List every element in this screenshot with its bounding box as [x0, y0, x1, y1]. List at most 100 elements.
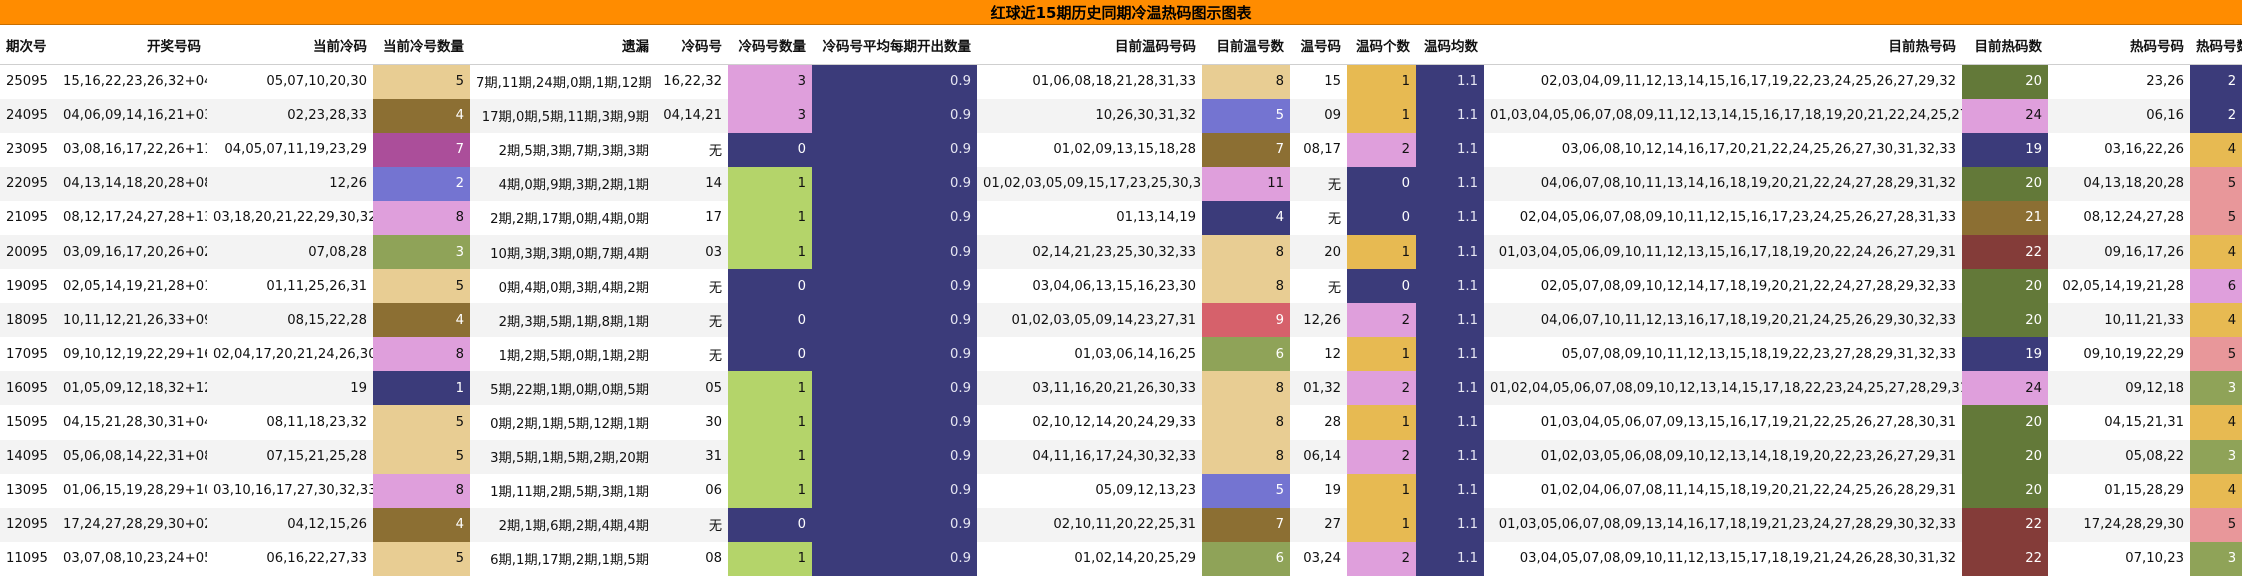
cell-hot-hit: 09,10,19,22,29	[2048, 337, 2190, 372]
cell-current-cold: 08,11,18,23,32	[207, 405, 373, 440]
cell-warm-hit: 无	[1290, 166, 1347, 201]
cell-hot-hit-count: 5	[2190, 200, 2242, 235]
cell-draw-numbers: 03,09,16,17,20,26+02	[57, 234, 207, 270]
cell-current-cold-count: 8	[373, 473, 470, 508]
cell-omission: 1期,11期,2期,5期,3期,1期	[470, 473, 655, 508]
cell-hot-hit: 02,05,14,19,21,28	[2048, 269, 2190, 304]
cell-current-hot-count: 20	[1962, 64, 2048, 99]
cell-draw-numbers: 01,06,15,19,28,29+10	[57, 473, 207, 508]
column-header-warm-hit: 温号码	[1290, 24, 1347, 65]
cell-current-cold-count: 5	[373, 64, 470, 99]
column-header-warm-hit-count: 温码个数	[1347, 24, 1416, 65]
cell-current-cold: 01,11,25,26,31	[207, 269, 373, 304]
cell-omission: 7期,11期,24期,0期,1期,12期	[470, 64, 655, 99]
cell-warm-hit-count: 0	[1347, 200, 1416, 235]
cell-current-warm: 01,06,08,18,21,28,31,33	[977, 64, 1202, 99]
cell-current-hot: 03,06,08,10,12,14,16,17,20,21,22,24,25,2…	[1484, 132, 1962, 167]
cell-draw-numbers: 04,13,14,18,20,28+08	[57, 166, 207, 201]
cell-current-hot: 01,03,04,05,06,07,08,09,11,12,13,14,15,1…	[1484, 98, 1962, 133]
table-row: 20095 03,09,16,17,20,26+02 07,08,28 3 10期,3期…	[0, 234, 2242, 270]
cell-cold-hit: 30	[655, 405, 728, 440]
cell-period: 18095	[0, 303, 57, 338]
column-header-warm-average: 温码均数	[1416, 24, 1484, 65]
cell-current-warm-count: 8	[1202, 371, 1290, 406]
cell-cold-average: 0.9	[812, 439, 977, 474]
cell-current-hot: 01,02,04,05,06,07,08,09,10,12,13,14,15,1…	[1484, 371, 1962, 406]
cell-omission: 6期,1期,17期,2期,1期,5期	[470, 541, 655, 576]
cell-warm-hit-count: 1	[1347, 234, 1416, 270]
table-row: 21095 08,12,17,24,27,28+13 03,18,20,21,22,…	[0, 200, 2242, 235]
cell-cold-average: 0.9	[812, 337, 977, 372]
cell-hot-hit-count: 4	[2190, 234, 2242, 270]
cell-cold-hit-count: 1	[728, 200, 812, 235]
column-header-current-hot: 目前热号码	[1484, 24, 1962, 65]
table-row: 15095 04,15,21,28,30,31+04 08,11,18,23,32 5…	[0, 405, 2242, 440]
cell-hot-hit-count: 3	[2190, 371, 2242, 406]
cell-current-cold: 03,10,16,17,27,30,32,33	[207, 473, 373, 508]
cell-cold-average: 0.9	[812, 200, 977, 235]
cell-omission: 5期,22期,1期,0期,0期,5期	[470, 371, 655, 406]
cell-period: 15095	[0, 405, 57, 440]
cell-warm-average: 1.1	[1416, 507, 1484, 542]
cell-draw-numbers: 03,07,08,10,23,24+05	[57, 541, 207, 576]
table-row: 16095 01,05,09,12,18,32+12 19 1 5期,22期,1期,0期…	[0, 371, 2242, 406]
cell-hot-hit: 09,16,17,26	[2048, 234, 2190, 270]
cell-omission: 3期,5期,1期,5期,2期,20期	[470, 439, 655, 474]
cell-current-hot-count: 19	[1962, 337, 2048, 372]
cell-cold-average: 0.9	[812, 371, 977, 406]
cell-cold-hit-count: 0	[728, 507, 812, 542]
cell-cold-hit-count: 1	[728, 371, 812, 406]
cell-warm-hit-count: 1	[1347, 405, 1416, 440]
cell-current-cold-count: 5	[373, 541, 470, 576]
cell-warm-hit-count: 0	[1347, 269, 1416, 304]
cell-current-warm-count: 7	[1202, 132, 1290, 167]
cell-omission: 1期,2期,5期,0期,1期,2期	[470, 337, 655, 372]
cell-current-hot-count: 21	[1962, 200, 2048, 235]
cell-cold-average: 0.9	[812, 541, 977, 576]
cell-warm-hit-count: 2	[1347, 303, 1416, 338]
cell-current-hot-count: 24	[1962, 98, 2048, 133]
cell-current-cold-count: 5	[373, 439, 470, 474]
column-header-current-hot-count: 目前热码数	[1962, 24, 2048, 65]
column-header-cold-hit: 冷码号	[655, 24, 728, 65]
cell-omission: 0期,4期,0期,3期,4期,2期	[470, 269, 655, 304]
cell-warm-average: 1.1	[1416, 371, 1484, 406]
cell-hot-hit: 03,16,22,26	[2048, 132, 2190, 167]
cell-cold-hit: 31	[655, 439, 728, 474]
cell-current-warm-count: 5	[1202, 98, 1290, 133]
cell-omission: 10期,3期,3期,0期,7期,4期	[470, 234, 655, 270]
cell-omission: 4期,0期,9期,3期,2期,1期	[470, 166, 655, 201]
cell-current-hot-count: 24	[1962, 371, 2048, 406]
cell-current-warm: 01,02,03,05,09,15,17,23,25,30,33	[977, 166, 1202, 201]
cell-current-hot-count: 19	[1962, 132, 2048, 167]
cell-warm-hit-count: 2	[1347, 439, 1416, 474]
column-header-period: 期次号	[0, 24, 57, 65]
cell-cold-hit: 无	[655, 507, 728, 542]
cell-current-warm: 01,02,03,05,09,14,23,27,31	[977, 303, 1202, 338]
cell-warm-hit: 20	[1290, 234, 1347, 270]
cell-warm-hit: 12	[1290, 337, 1347, 372]
cell-hot-hit-count: 2	[2190, 98, 2242, 133]
cell-current-warm: 02,10,11,20,22,25,31	[977, 507, 1202, 542]
cell-warm-average: 1.1	[1416, 439, 1484, 474]
cell-period: 11095	[0, 541, 57, 576]
column-header-current-cold: 当前冷码	[207, 24, 373, 65]
cell-warm-hit-count: 1	[1347, 473, 1416, 508]
cell-cold-hit: 无	[655, 269, 728, 304]
cell-current-warm: 05,09,12,13,23	[977, 473, 1202, 508]
cell-cold-average: 0.9	[812, 64, 977, 99]
cell-period: 12095	[0, 507, 57, 542]
cell-warm-hit: 15	[1290, 64, 1347, 99]
cell-current-warm-count: 8	[1202, 439, 1290, 474]
cell-cold-hit-count: 1	[728, 439, 812, 474]
cell-current-warm-count: 6	[1202, 337, 1290, 372]
column-header-current-warm-count: 目前温号数	[1202, 24, 1290, 65]
cell-cold-hit-count: 0	[728, 303, 812, 338]
cell-period: 24095	[0, 98, 57, 133]
cell-current-warm-count: 6	[1202, 541, 1290, 576]
cell-hot-hit: 01,15,28,29	[2048, 473, 2190, 508]
cell-current-cold: 02,23,28,33	[207, 98, 373, 133]
cell-current-hot-count: 20	[1962, 303, 2048, 338]
cell-draw-numbers: 02,05,14,19,21,28+01	[57, 269, 207, 304]
cell-cold-average: 0.9	[812, 473, 977, 508]
